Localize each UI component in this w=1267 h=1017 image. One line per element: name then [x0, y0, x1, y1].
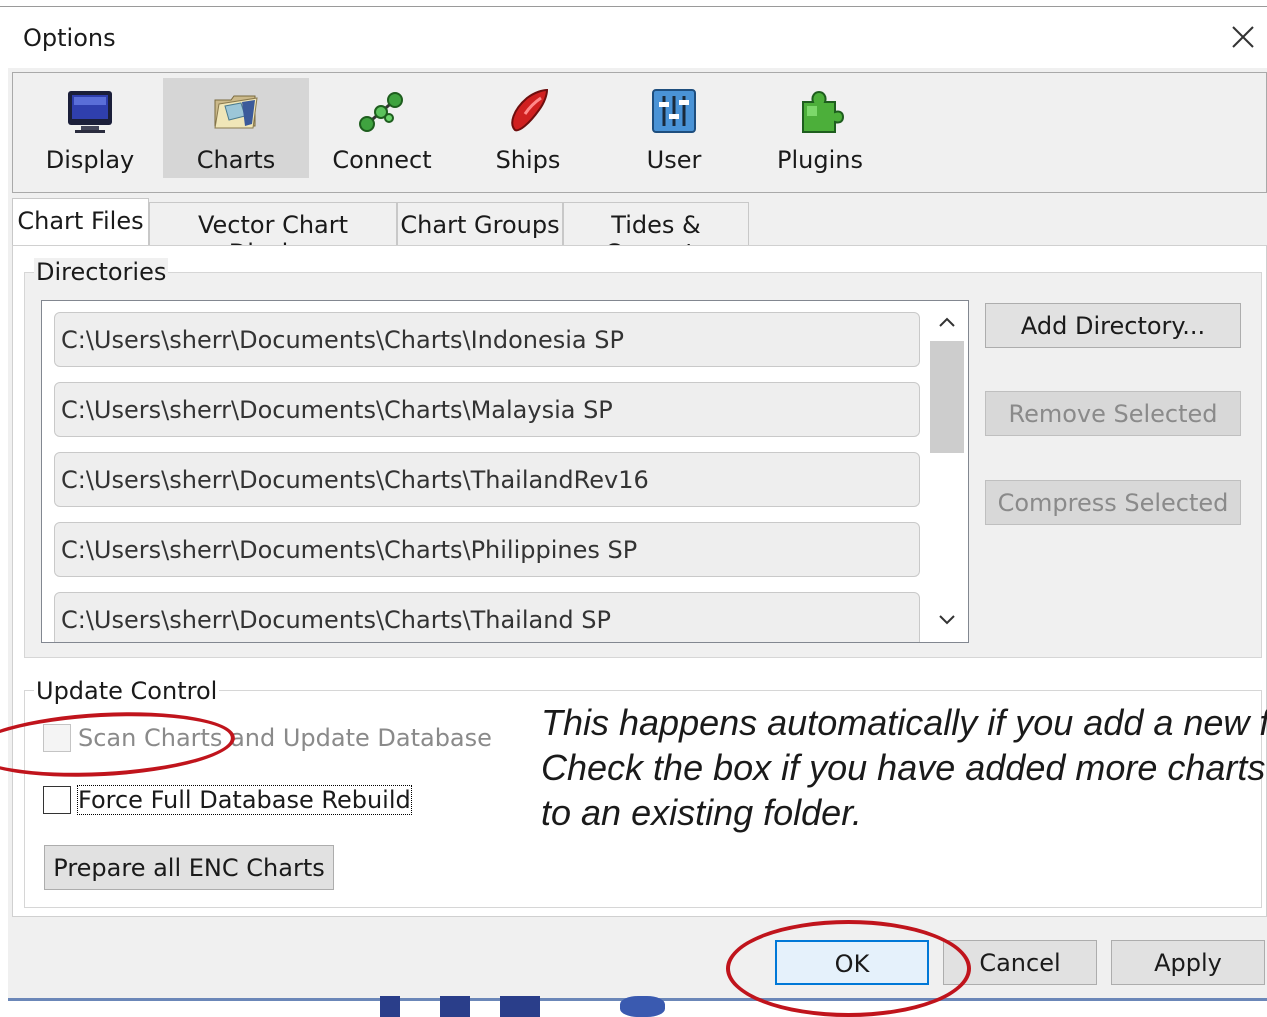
chevron-down-icon: [939, 615, 955, 625]
remove-selected-button[interactable]: Remove Selected: [985, 391, 1241, 436]
compress-selected-button[interactable]: Compress Selected: [985, 480, 1241, 525]
list-item[interactable]: C:\Users\sherr\Documents\Charts\Thailand…: [54, 452, 920, 507]
toolbar-label-ships: Ships: [495, 146, 561, 174]
add-directory-button[interactable]: Add Directory...: [985, 303, 1241, 348]
chart-folder-icon: [214, 95, 258, 129]
update-control-group-title: Update Control: [34, 677, 220, 705]
options-toolbar: Display Charts Connect Ships User Plugin…: [12, 72, 1267, 193]
window-top-border: [0, 6, 1267, 7]
scroll-down-button[interactable]: [928, 601, 966, 641]
background-fragment: [380, 996, 580, 1017]
puzzle-piece-icon: [802, 90, 845, 133]
toolbar-item-display[interactable]: Display: [17, 78, 163, 178]
cancel-button[interactable]: Cancel: [943, 940, 1097, 985]
scan-charts-checkbox[interactable]: [43, 724, 71, 752]
scan-charts-label[interactable]: Scan Charts and Update Database: [78, 724, 492, 752]
ok-button[interactable]: OK: [775, 940, 929, 985]
tab-vector-chart-display[interactable]: Vector Chart Display: [149, 202, 397, 267]
toolbar-item-user[interactable]: User: [601, 78, 747, 178]
force-rebuild-label[interactable]: Force Full Database Rebuild: [77, 785, 412, 815]
annotation-line: to an existing folder.: [541, 792, 862, 833]
tab-chart-files[interactable]: Chart Files: [12, 198, 149, 246]
prepare-enc-charts-button[interactable]: Prepare all ENC Charts: [44, 845, 334, 890]
sliders-icon: [652, 89, 696, 133]
network-nodes-icon: [359, 92, 403, 132]
tab-tides-currents[interactable]: Tides & Currents: [563, 202, 749, 267]
list-item[interactable]: C:\Users\sherr\Documents\Charts\Malaysia…: [54, 382, 920, 437]
tab-chart-groups[interactable]: Chart Groups: [397, 202, 563, 246]
toolbar-item-ships[interactable]: Ships: [455, 78, 601, 178]
toolbar-label-display: Display: [45, 146, 135, 174]
annotation-line: This happens automatically if you add a …: [541, 702, 1267, 743]
apply-button[interactable]: Apply: [1111, 940, 1265, 985]
toolbar-item-plugins[interactable]: Plugins: [747, 78, 893, 178]
close-icon: [1232, 26, 1254, 48]
annotation-line: Check the box if you have added more cha…: [541, 747, 1266, 788]
toolbar-label-user: User: [646, 146, 702, 174]
directories-list[interactable]: C:\Users\sherr\Documents\Charts\Indonesi…: [41, 300, 969, 643]
list-item[interactable]: C:\Users\sherr\Documents\Charts\Philippi…: [54, 522, 920, 577]
toolbar-item-connect[interactable]: Connect: [309, 78, 455, 178]
directories-scrollbar[interactable]: [928, 301, 966, 641]
toolbar-label-plugins: Plugins: [777, 146, 863, 174]
background-fragment: [620, 996, 665, 1017]
toolbar-item-charts[interactable]: Charts: [163, 78, 309, 178]
toolbar-label-charts: Charts: [196, 146, 276, 174]
boat-icon: [511, 88, 549, 132]
close-button[interactable]: [1224, 18, 1262, 56]
toolbar-label-connect: Connect: [332, 146, 432, 174]
monitor-icon: [68, 91, 112, 133]
chevron-up-icon: [939, 317, 955, 327]
list-item[interactable]: C:\Users\sherr\Documents\Charts\Indonesi…: [54, 312, 920, 367]
scroll-up-button[interactable]: [928, 301, 966, 341]
annotation-note: This happens automatically if you add a …: [541, 700, 1267, 835]
force-rebuild-checkbox[interactable]: [43, 786, 71, 814]
scrollbar-thumb[interactable]: [930, 341, 964, 453]
window-title: Options: [23, 24, 116, 52]
directories-group-title: Directories: [34, 258, 169, 286]
list-item[interactable]: C:\Users\sherr\Documents\Charts\Thailand…: [54, 592, 920, 642]
